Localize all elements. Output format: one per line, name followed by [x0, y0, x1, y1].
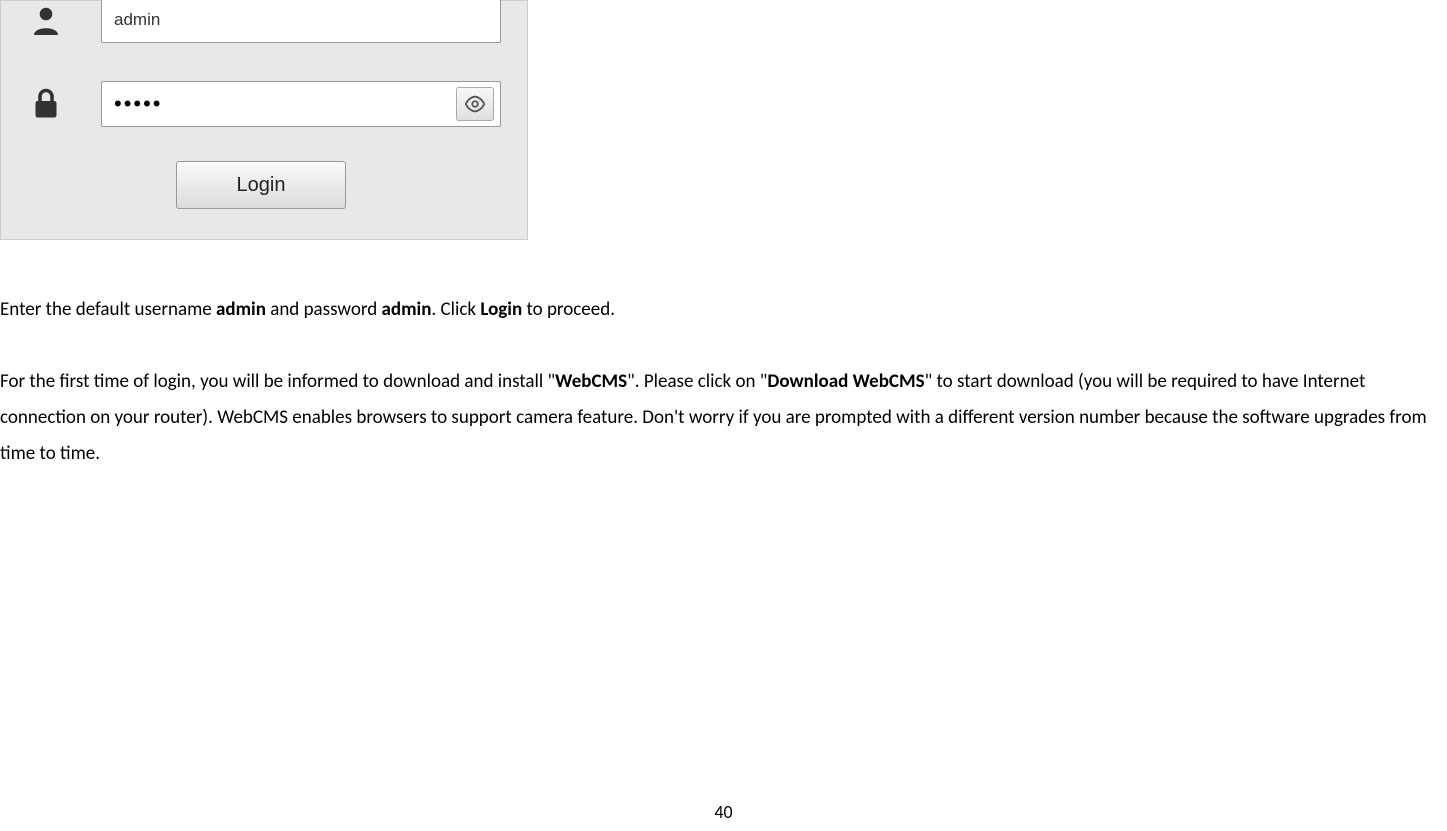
text-fragment: ". Please click on "	[627, 370, 767, 393]
show-password-button[interactable]	[456, 87, 494, 121]
password-value: •••••	[114, 91, 163, 117]
bold-admin-2: admin	[382, 298, 432, 321]
username-value: admin	[114, 10, 160, 30]
username-row: admin	[21, 0, 501, 43]
bold-admin-1: admin	[216, 298, 266, 321]
username-input[interactable]: admin	[101, 0, 501, 43]
eye-icon	[464, 93, 486, 115]
lock-icon	[21, 86, 71, 122]
text-fragment: and password	[266, 298, 382, 321]
password-row: •••••	[21, 81, 501, 127]
text-fragment: For the first time of login, you will be…	[0, 370, 555, 393]
text-fragment: . Click	[431, 298, 480, 321]
login-form-screenshot: admin ••••• Login	[0, 0, 528, 240]
bold-login: Login	[480, 298, 522, 321]
page-number: 40	[714, 801, 732, 823]
text-fragment: Enter the default username	[0, 298, 216, 321]
instruction-paragraph-2: For the first time of login, you will be…	[0, 364, 1447, 472]
login-button[interactable]: Login	[176, 161, 346, 209]
login-button-label: Login	[237, 174, 286, 197]
bold-webcms: WebCMS	[555, 370, 627, 393]
instruction-paragraph-1: Enter the default username admin and pas…	[0, 292, 1447, 328]
password-input[interactable]: •••••	[101, 81, 501, 127]
bold-download-webcms: Download WebCMS	[767, 370, 924, 393]
user-icon	[21, 2, 71, 38]
text-fragment: to proceed.	[522, 298, 615, 321]
